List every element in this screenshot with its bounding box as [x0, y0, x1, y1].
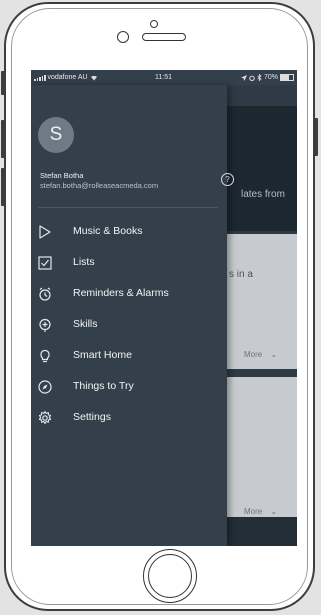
checkbox-icon [38, 256, 52, 270]
more-link[interactable]: More ⌄ [244, 350, 277, 359]
battery-icon [280, 74, 294, 81]
more-link[interactable]: More ⌄ [244, 507, 277, 516]
user-name: Stefan Botha [40, 171, 84, 180]
compass-icon [38, 380, 52, 394]
menu-item-label: Music & Books [73, 225, 143, 237]
menu-item-skills[interactable]: Skills [31, 315, 227, 341]
chevron-down-icon: ⌄ [270, 350, 278, 359]
menu-item-settings[interactable]: Settings [31, 408, 227, 434]
alarm-icon [249, 75, 255, 81]
front-camera [150, 20, 158, 28]
proximity-sensor [117, 31, 129, 43]
status-left: vodafone AU [34, 70, 98, 85]
carrier-label: vodafone AU [47, 74, 88, 81]
home-button[interactable] [143, 549, 197, 603]
background-card-text: lates from [241, 189, 285, 200]
skills-icon [39, 318, 51, 332]
home-button-ring [148, 554, 192, 598]
play-icon [39, 225, 51, 239]
status-time: 11:51 [155, 74, 172, 81]
status-bar: vodafone AU 11:51 70% [31, 70, 297, 85]
lightbulb-icon [40, 349, 50, 363]
signal-icon [34, 74, 46, 81]
power-button [314, 118, 318, 156]
menu-item-things-to-try[interactable]: Things to Try [31, 377, 227, 403]
menu-item-smart-home[interactable]: Smart Home [31, 346, 227, 372]
gear-icon [38, 410, 52, 424]
menu-item-label: Settings [73, 411, 111, 423]
menu-item-reminders-alarms[interactable]: Reminders & Alarms [31, 284, 227, 310]
bluetooth-icon [257, 74, 262, 81]
background-app-content: lates from s in a More ⌄ More ⌄ [227, 85, 297, 546]
menu-item-lists[interactable]: Lists [31, 253, 227, 279]
earpiece-speaker [142, 33, 186, 41]
background-header: lates from [227, 106, 297, 231]
more-label: More [244, 507, 263, 516]
avatar[interactable]: S [38, 117, 74, 153]
drawer-divider [38, 207, 218, 208]
menu-item-label: Lists [73, 256, 95, 268]
background-card: s in a More ⌄ [227, 234, 297, 369]
menu-item-label: Things to Try [73, 380, 134, 392]
volume-up-button [1, 120, 5, 158]
status-right: 70% [240, 70, 294, 85]
menu-item-label: Skills [73, 318, 98, 330]
more-label: More [244, 350, 263, 359]
battery-percent: 70% [263, 74, 278, 81]
menu-item-label: Smart Home [73, 349, 132, 361]
navigation-drawer: S Stefan Botha stefan.botha@rolleaseacme… [31, 85, 234, 546]
menu-item-label: Reminders & Alarms [73, 287, 169, 299]
alarm-clock-icon [39, 287, 51, 301]
chevron-down-icon: ⌄ [270, 507, 278, 516]
user-email: stefan.botha@rolleaseacmeda.com [40, 181, 159, 190]
wifi-icon [90, 75, 97, 81]
phone-screen: vodafone AU 11:51 70% lates from s in a [31, 70, 297, 546]
background-bottom-bar [227, 517, 297, 546]
volume-down-button [1, 168, 5, 206]
mute-switch [1, 71, 5, 95]
location-arrow-icon [240, 74, 247, 81]
background-card: More ⌄ [227, 377, 297, 517]
background-card-text: s in a [229, 269, 253, 280]
help-button[interactable]: ? [221, 173, 234, 186]
menu-item-music-books[interactable]: Music & Books [31, 222, 227, 248]
